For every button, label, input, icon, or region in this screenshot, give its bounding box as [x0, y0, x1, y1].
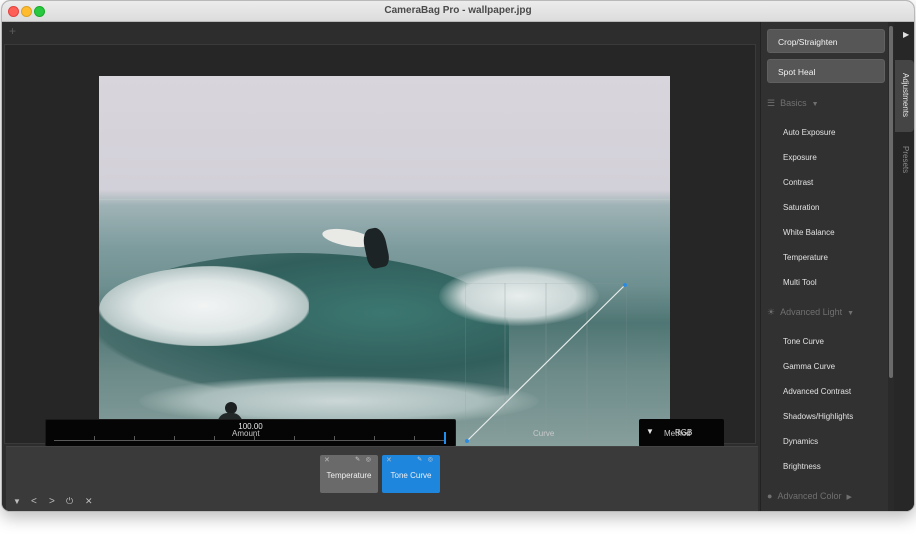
amount-tick [294, 436, 295, 440]
amount-tick [174, 436, 175, 440]
section-advanced-color[interactable]: ● Advanced Color ▶ [767, 491, 852, 501]
tile-options-icon[interactable]: ✎ ◎ [355, 456, 373, 463]
power-icon[interactable]: ⏻ [66, 496, 73, 507]
item-exposure[interactable]: Exposure [783, 153, 817, 162]
remove-icon[interactable]: ✕ [324, 456, 330, 464]
amount-track [54, 440, 446, 441]
title-bar: CameraBag Pro - wallpaper.jpg [2, 1, 914, 22]
tile-label: Temperature [326, 471, 372, 480]
amount-tick [94, 436, 95, 440]
method-dropdown-icon: ▼ [646, 427, 654, 436]
item-brightness[interactable]: Brightness [783, 462, 821, 471]
play-icon[interactable]: ▶ [903, 30, 909, 39]
curve-label: Curve [533, 429, 555, 438]
item-shadows-highlights[interactable]: Shadows/Highlights [783, 412, 853, 421]
item-dynamics[interactable]: Dynamics [783, 437, 818, 446]
section-title: Advanced Color [777, 491, 842, 501]
curve-point-black[interactable] [465, 439, 469, 443]
amount-tick [334, 436, 335, 440]
chevron-down-icon: ▼ [847, 310, 855, 317]
amount-tick [374, 436, 375, 440]
editor-area: + 100.00 ▼ RGB Amount Curve Method ✕ ✎ ◎… [2, 22, 760, 511]
section-basics[interactable]: ☰ Basics ▼ [767, 98, 819, 109]
tile-tone-curve[interactable]: ✕ ✎ ◎ Tone Curve [382, 455, 440, 493]
scroll-thumb[interactable] [889, 26, 893, 378]
tile-temperature[interactable]: ✕ ✎ ◎ Temperature [320, 455, 378, 493]
item-auto-exposure[interactable]: Auto Exposure [783, 128, 835, 137]
chevron-down-icon: ▼ [811, 101, 819, 108]
adjustments-panel: Crop/Straighten Spot Heal ☰ Basics ▼ Aut… [760, 22, 895, 511]
tone-curve-editor[interactable] [465, 283, 627, 443]
amount-tick [214, 436, 215, 440]
add-icon[interactable]: + [9, 24, 16, 38]
window-title: CameraBag Pro - wallpaper.jpg [384, 5, 532, 16]
curve-point-white[interactable] [623, 283, 627, 287]
next-icon[interactable]: > [49, 496, 55, 507]
item-contrast[interactable]: Contrast [783, 178, 813, 187]
item-advanced-contrast[interactable]: Advanced Contrast [783, 387, 851, 396]
tab-adjustments[interactable]: Adjustments [895, 60, 914, 132]
tile-label: Tone Curve [390, 471, 432, 480]
amount-label: Amount [232, 429, 260, 438]
spot-heal-button[interactable]: Spot Heal [767, 59, 885, 83]
panel-tabs: ▶ Adjustments Presets [894, 22, 914, 511]
item-tone-curve[interactable]: Tone Curve [783, 337, 824, 346]
collapse-icon[interactable]: ▼ [13, 497, 21, 506]
clear-icon[interactable]: ✕ [85, 496, 93, 507]
tab-label: Adjustments [901, 73, 910, 118]
item-saturation[interactable]: Saturation [783, 203, 819, 212]
item-white-balance[interactable]: White Balance [783, 228, 835, 237]
item-gamma-curve[interactable]: Gamma Curve [783, 362, 835, 371]
wave-foam [99, 266, 309, 346]
amount-tick [134, 436, 135, 440]
sliders-icon: ☰ [767, 98, 776, 108]
amount-tick [414, 436, 415, 440]
section-title: Advanced Light [780, 307, 843, 317]
app-window: CameraBag Pro - wallpaper.jpg + 100.00 ▼… [1, 0, 915, 512]
section-advanced-light[interactable]: ☀ Advanced Light ▼ [767, 307, 854, 318]
previous-icon[interactable]: < [31, 496, 37, 507]
item-multi-tool[interactable]: Multi Tool [783, 278, 817, 287]
item-temperature[interactable]: Temperature [783, 253, 828, 262]
remove-icon[interactable]: ✕ [386, 456, 392, 464]
adjustment-strip: ✕ ✎ ◎ Temperature ✕ ✎ ◎ Tone Curve [6, 446, 758, 511]
method-label: Method [664, 429, 691, 438]
sun-icon: ☀ [767, 307, 776, 317]
palette-icon: ● [767, 491, 773, 501]
tab-label: Presets [901, 146, 910, 174]
section-title: Basics [780, 98, 807, 108]
chevron-right-icon: ▶ [846, 494, 852, 501]
tab-presets[interactable]: Presets [895, 138, 914, 186]
amount-handle[interactable] [444, 432, 446, 444]
tile-options-icon[interactable]: ✎ ◎ [417, 456, 435, 463]
photo-canvas: 100.00 ▼ RGB [4, 44, 756, 456]
crop-straighten-button[interactable]: Crop/Straighten [767, 29, 885, 53]
horizon [99, 199, 670, 200]
